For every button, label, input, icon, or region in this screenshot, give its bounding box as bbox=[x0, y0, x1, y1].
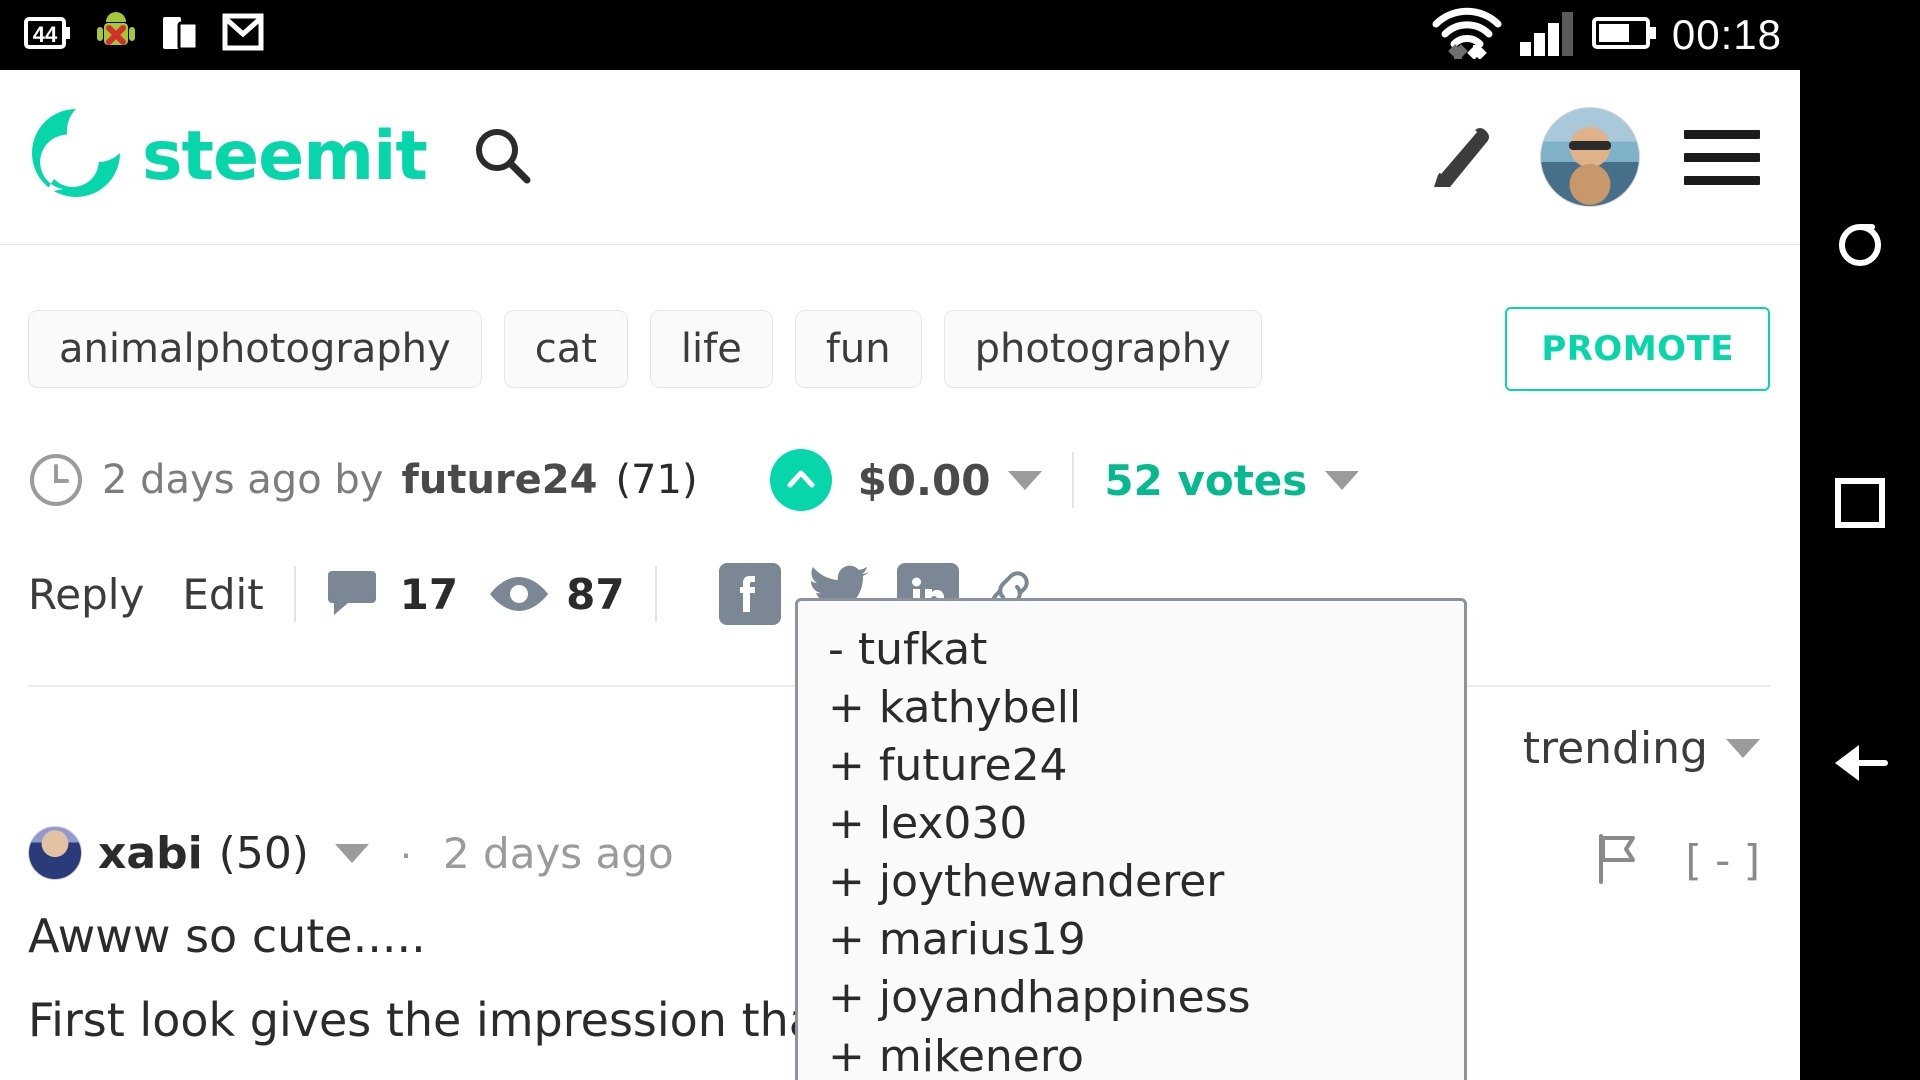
site-header: steemit bbox=[0, 70, 1800, 245]
divider bbox=[293, 566, 296, 622]
voter-entry[interactable]: - tufkat bbox=[828, 621, 1464, 679]
pencil-icon[interactable] bbox=[1424, 119, 1496, 196]
svg-text:44: 44 bbox=[33, 22, 58, 47]
post-author-reputation: (71) bbox=[615, 457, 698, 503]
divider bbox=[1072, 452, 1075, 508]
divider bbox=[654, 566, 657, 622]
post-time-text: 2 days ago by bbox=[102, 457, 384, 503]
promote-button[interactable]: PROMOTE bbox=[1505, 307, 1770, 391]
android-screen: 44 00:18 steemit animalphotography cat l… bbox=[0, 0, 1920, 1080]
wifi-icon bbox=[1430, 7, 1504, 64]
gmail-icon bbox=[222, 12, 266, 59]
voter-entry[interactable]: + joyandhappiness bbox=[828, 969, 1464, 1027]
post-timestamp: 2 days ago by future24 (71) bbox=[102, 457, 698, 503]
home-icon[interactable] bbox=[1833, 476, 1887, 535]
voter-entry[interactable]: + mikenero bbox=[828, 1028, 1464, 1080]
avatar[interactable] bbox=[1540, 107, 1640, 207]
comment-separator: · bbox=[398, 829, 413, 876]
voters-popover[interactable]: - tufkat + kathybell + future24 + lex030… bbox=[795, 598, 1467, 1080]
search-icon[interactable] bbox=[471, 124, 533, 191]
voter-entry[interactable]: + lex030 bbox=[828, 795, 1464, 853]
steemit-logo-text: steemit bbox=[142, 117, 428, 196]
status-bar-notification-icons: 44 bbox=[0, 11, 266, 60]
chevron-down-icon[interactable] bbox=[1726, 739, 1760, 758]
hamburger-menu-icon[interactable] bbox=[1684, 129, 1760, 185]
chevron-down-icon[interactable] bbox=[1325, 470, 1360, 490]
back-icon[interactable] bbox=[1829, 735, 1891, 796]
comment-controls: [ - ] bbox=[1595, 832, 1760, 889]
comment-author[interactable]: xabi bbox=[98, 828, 203, 879]
comment-count: 17 bbox=[399, 569, 459, 619]
sort-label[interactable]: trending bbox=[1523, 723, 1708, 774]
voter-entry[interactable]: + joythewanderer bbox=[828, 853, 1464, 911]
edit-button[interactable]: Edit bbox=[182, 570, 263, 619]
steemit-page: steemit animalphotography cat life fun p… bbox=[0, 70, 1800, 1080]
battery-44-icon: 44 bbox=[24, 13, 72, 58]
android-nav-rail bbox=[1800, 0, 1920, 1080]
android-status-bar: 44 00:18 bbox=[0, 0, 1800, 70]
reply-button[interactable]: Reply bbox=[28, 570, 144, 619]
battery-icon bbox=[1591, 13, 1658, 58]
chevron-down-icon[interactable] bbox=[334, 843, 369, 863]
chevron-down-icon[interactable] bbox=[1008, 470, 1043, 490]
post-meta-row: 2 days ago by future24 (71) $0.00 52 vot… bbox=[28, 449, 1770, 511]
tag-chip[interactable]: fun bbox=[794, 310, 922, 388]
comment-icon[interactable] bbox=[326, 565, 384, 624]
screen-mirror-icon bbox=[160, 13, 200, 58]
header-actions bbox=[1424, 107, 1770, 207]
collapse-toggle[interactable]: [ - ] bbox=[1685, 836, 1760, 885]
post-author[interactable]: future24 bbox=[401, 457, 597, 503]
comment-avatar[interactable] bbox=[28, 826, 82, 880]
recents-icon[interactable] bbox=[1832, 215, 1888, 276]
steemit-logo-icon bbox=[28, 105, 124, 210]
comment-timestamp: 2 days ago bbox=[442, 828, 674, 878]
tag-chip[interactable]: photography bbox=[943, 310, 1262, 388]
android-error-icon bbox=[94, 11, 138, 60]
upvote-button[interactable] bbox=[769, 449, 832, 511]
tag-row: animalphotography cat life fun photograp… bbox=[28, 307, 1770, 391]
status-bar-system-icons: 00:18 bbox=[1430, 7, 1800, 64]
view-count: 87 bbox=[566, 569, 625, 619]
voter-entry[interactable]: + kathybell bbox=[828, 679, 1464, 737]
voter-entry[interactable]: + marius19 bbox=[828, 911, 1464, 969]
comment-author-reputation: (50) bbox=[218, 827, 309, 879]
facebook-icon[interactable] bbox=[718, 563, 781, 625]
post-payout[interactable]: $0.00 bbox=[858, 456, 991, 505]
flag-icon[interactable] bbox=[1595, 832, 1641, 889]
tag-chip[interactable]: life bbox=[649, 310, 773, 388]
status-bar-clock: 00:18 bbox=[1671, 11, 1782, 58]
signal-icon bbox=[1518, 10, 1578, 61]
voter-entry[interactable]: + future24 bbox=[828, 737, 1464, 795]
eye-icon bbox=[488, 572, 550, 616]
steemit-logo[interactable]: steemit bbox=[28, 105, 428, 210]
tag-chip[interactable]: animalphotography bbox=[28, 310, 482, 388]
tag-chip[interactable]: cat bbox=[503, 310, 628, 388]
clock-icon bbox=[28, 452, 84, 508]
votes-link[interactable]: 52 votes bbox=[1104, 456, 1307, 505]
